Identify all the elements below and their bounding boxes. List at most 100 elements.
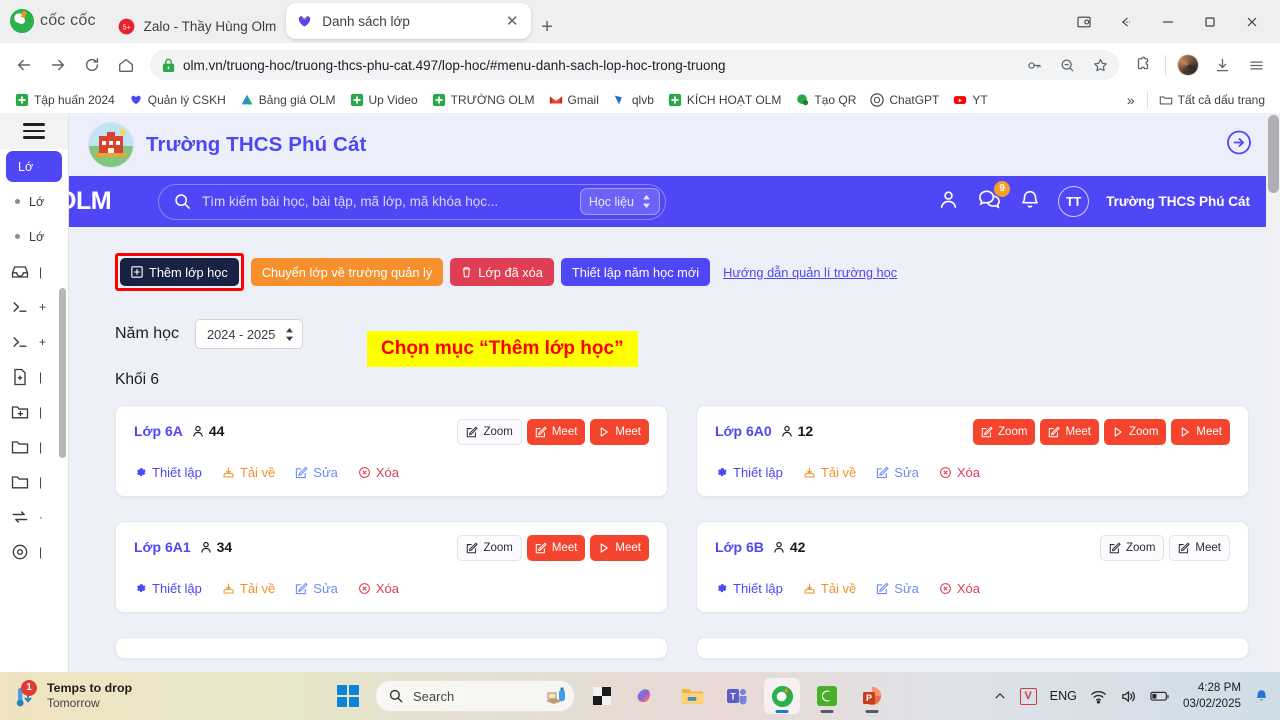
page-scrollbar[interactable] xyxy=(1266,113,1280,672)
sidebar-toggle[interactable] xyxy=(0,113,68,149)
class-card[interactable] xyxy=(696,637,1249,659)
bookmark-item[interactable]: Bảng giá OLM xyxy=(233,91,343,109)
meet-edit-button[interactable]: Meet xyxy=(1040,419,1100,445)
taskbar-clock[interactable]: 4:28 PM 03/02/2025 xyxy=(1183,680,1241,711)
zoom-out-icon[interactable] xyxy=(1059,57,1076,74)
password-key-icon[interactable] xyxy=(1026,57,1043,74)
class-card[interactable]: Lớp 6A1 34 Zoom Meet Meet Thiết lập Tải … xyxy=(115,521,668,613)
meet-play-button[interactable]: Meet xyxy=(590,535,649,561)
file-explorer-icon[interactable] xyxy=(674,678,710,714)
camtasia-icon[interactable] xyxy=(809,678,845,714)
sidebar-item-7[interactable]: | xyxy=(0,394,68,429)
transfer-class-button[interactable]: Chuyển lớp về trường quản lý xyxy=(250,258,444,286)
sidebar-item-11[interactable]: | xyxy=(0,534,68,569)
close-window-button[interactable] xyxy=(1232,9,1272,35)
language-indicator[interactable]: ENG xyxy=(1050,689,1077,703)
sidebar-item-2[interactable]: Lớ xyxy=(0,219,68,254)
delete-link[interactable]: Xóa xyxy=(939,581,980,596)
settings-link[interactable]: Thiết lập xyxy=(134,581,202,596)
delete-link[interactable]: Xóa xyxy=(939,465,980,480)
bookmark-item[interactable]: Tạo QR xyxy=(788,91,863,109)
home-button[interactable] xyxy=(110,49,142,81)
bookmarks-overflow-icon[interactable]: » xyxy=(1119,92,1143,108)
zoom-button[interactable]: Zoom xyxy=(457,419,522,445)
zoom-button[interactable]: Zoom xyxy=(457,535,522,561)
file-explorer-dark-icon[interactable] xyxy=(584,678,620,714)
browser-menu-icon[interactable] xyxy=(1240,49,1272,81)
bookmark-item[interactable]: Quản lý CSKH xyxy=(122,91,233,109)
class-card[interactable] xyxy=(115,637,668,659)
sidebar-item-4[interactable]: + xyxy=(0,289,68,324)
profile-avatar[interactable] xyxy=(1172,49,1204,81)
zoom-play-button[interactable]: Zoom xyxy=(1104,419,1167,445)
year-select[interactable]: 2024 - 2025 xyxy=(195,319,304,349)
settings-link[interactable]: Thiết lập xyxy=(715,581,783,596)
extensions-icon[interactable] xyxy=(1127,49,1159,81)
copilot-icon[interactable] xyxy=(629,678,665,714)
search-input[interactable]: Tìm kiếm bài học, bài tập, mã lớp, mã kh… xyxy=(158,183,666,220)
reload-button[interactable] xyxy=(76,49,108,81)
bookmark-item[interactable]: qlvb xyxy=(606,91,661,109)
download-link[interactable]: Tải về xyxy=(222,581,275,596)
meet-edit-button[interactable]: Meet xyxy=(526,419,586,445)
minimize-button[interactable] xyxy=(1148,9,1188,35)
class-name[interactable]: Lớp 6A xyxy=(134,423,183,439)
class-card[interactable]: Lớp 6A 44 Zoom Meet Meet Thiết lập Tải v… xyxy=(115,405,668,497)
screenshot-icon[interactable] xyxy=(1064,9,1104,35)
powerpoint-icon[interactable]: P xyxy=(854,678,890,714)
taskbar-search[interactable]: Search xyxy=(375,680,575,712)
tab-zalo[interactable]: 5+ Zalo - Thầy Hùng Olm xyxy=(108,9,287,43)
tab-danh-sach-lop[interactable]: Danh sách lớp ✕ xyxy=(286,3,532,39)
edit-link[interactable]: Sửa xyxy=(295,465,338,480)
wifi-icon[interactable] xyxy=(1090,688,1107,705)
battery-icon[interactable] xyxy=(1150,689,1170,703)
meet-edit-button[interactable]: Meet xyxy=(526,535,586,561)
bookmark-item[interactable]: Tập huấn 2024 xyxy=(8,91,122,109)
class-card[interactable]: Lớp 6A0 12 Zoom Meet Zoom Meet Thiết lập… xyxy=(696,405,1249,497)
meet-button[interactable]: Meet xyxy=(1169,535,1230,561)
delete-link[interactable]: Xóa xyxy=(358,465,399,480)
edit-link[interactable]: Sửa xyxy=(876,581,919,596)
edit-link[interactable]: Sửa xyxy=(876,465,919,480)
meet-play-button[interactable]: Meet xyxy=(590,419,649,445)
sidebar-item-3[interactable]: | xyxy=(0,254,68,289)
bookmark-item[interactable]: KÍCH HOẠT OLM xyxy=(661,91,788,109)
sidebar-item-10[interactable]: · xyxy=(0,499,68,534)
class-name[interactable]: Lớp 6A1 xyxy=(134,539,191,555)
edit-link[interactable]: Sửa xyxy=(295,581,338,596)
avatar[interactable]: TT xyxy=(1058,186,1090,217)
download-link[interactable]: Tải về xyxy=(803,581,856,596)
user-account-icon[interactable] xyxy=(937,188,960,216)
maximize-button[interactable] xyxy=(1190,9,1230,35)
zoom-button[interactable]: Zoom xyxy=(1100,535,1165,561)
header-username[interactable]: Trường THCS Phú Cát xyxy=(1106,194,1250,209)
sidebar-item-0[interactable]: Lớ xyxy=(6,151,62,182)
close-icon[interactable]: ✕ xyxy=(503,14,521,29)
bookmark-item[interactable]: Gmail xyxy=(542,91,606,109)
bookmark-item[interactable]: ChatGPT xyxy=(863,91,946,109)
downloads-icon[interactable] xyxy=(1206,49,1238,81)
sidebar-item-5[interactable]: + xyxy=(0,324,68,359)
all-bookmarks-button[interactable]: Tất cả dấu trang xyxy=(1152,91,1272,109)
class-name[interactable]: Lớp 6B xyxy=(715,539,764,555)
deleted-classes-button[interactable]: Lớp đã xóa xyxy=(450,258,554,286)
messages-icon[interactable]: 9 xyxy=(977,180,1011,217)
download-link[interactable]: Tải về xyxy=(803,465,856,480)
sidebar-item-1[interactable]: Lớ xyxy=(0,184,68,219)
taskbar-weather-widget[interactable]: 1 Temps to drop Tomorrow xyxy=(0,679,330,710)
notification-bell-icon[interactable] xyxy=(1019,188,1041,215)
page-scrollbar-thumb[interactable] xyxy=(1268,115,1279,193)
coccoc-icon[interactable] xyxy=(764,678,800,714)
volume-icon[interactable] xyxy=(1120,688,1137,705)
settings-link[interactable]: Thiết lập xyxy=(715,465,783,480)
teams-icon[interactable]: T xyxy=(719,678,755,714)
expand-arrow-icon[interactable] xyxy=(1226,129,1252,160)
start-button[interactable] xyxy=(330,678,366,714)
bookmark-item[interactable]: Up Video xyxy=(343,91,425,109)
class-card[interactable]: Lớp 6B 42 Zoom Meet Thiết lập Tải về Sửa… xyxy=(696,521,1249,613)
vietkey-icon[interactable]: V xyxy=(1019,687,1037,705)
add-class-button[interactable]: Thêm lớp học xyxy=(120,258,239,286)
back-arrow-icon[interactable] xyxy=(1106,9,1146,35)
back-button[interactable] xyxy=(8,49,40,81)
show-hidden-icons-chevron-icon[interactable] xyxy=(993,689,1007,703)
